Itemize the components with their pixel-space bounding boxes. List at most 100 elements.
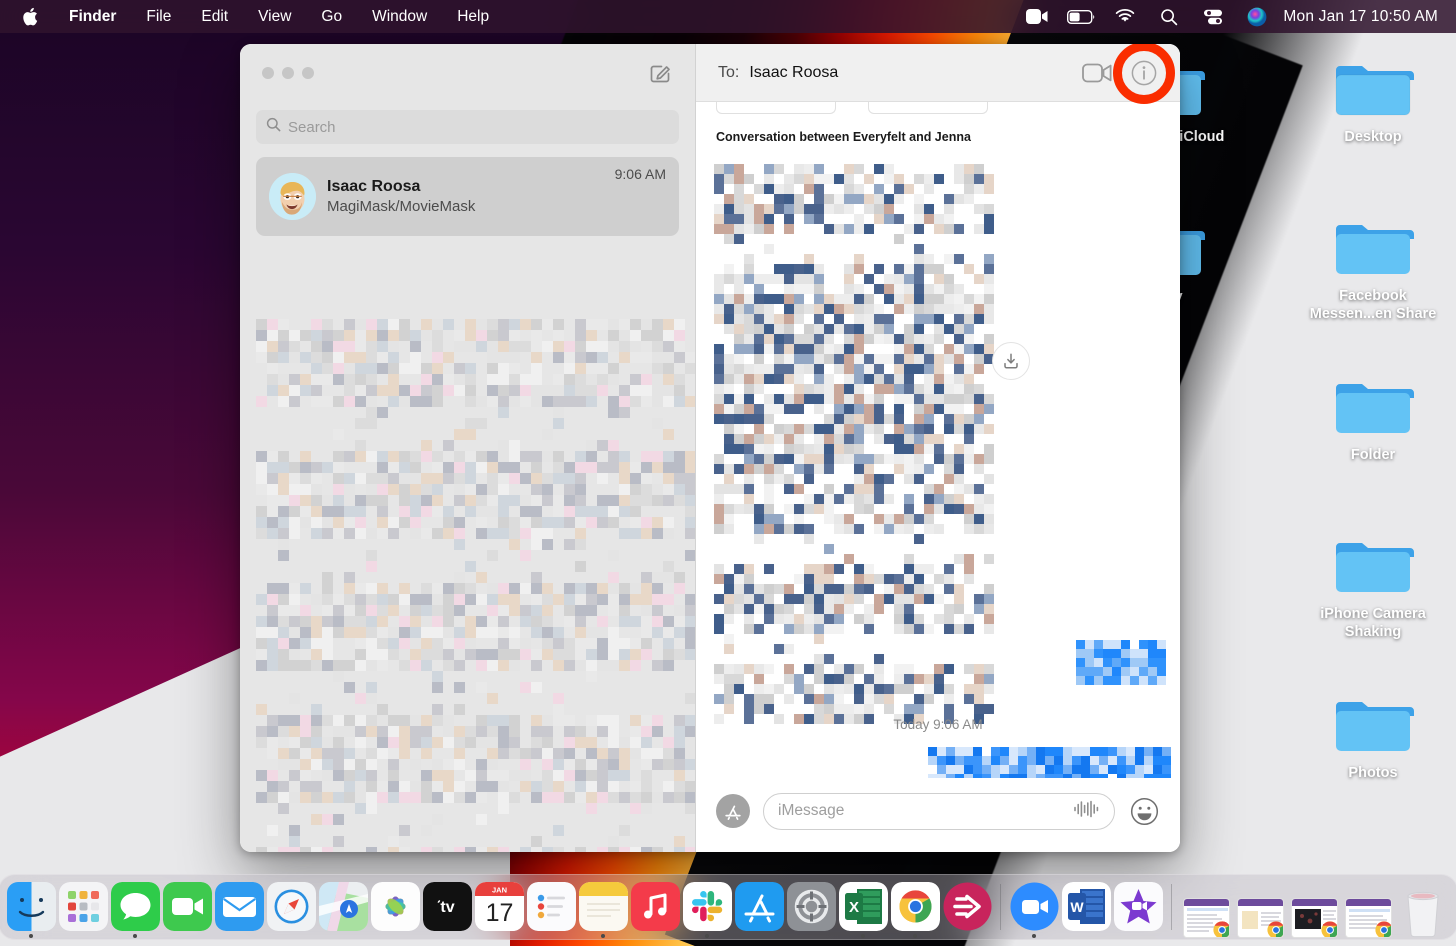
- dock-item-word[interactable]: W: [1061, 876, 1111, 938]
- dock-item-photos[interactable]: [370, 876, 420, 938]
- dock-item-trash[interactable]: [1396, 876, 1450, 938]
- system-preferences-icon: [787, 882, 836, 931]
- menu-item-view[interactable]: View: [243, 0, 306, 33]
- minimized-window-thumbnail: [1237, 898, 1284, 938]
- video-camera-icon[interactable]: [1015, 0, 1059, 33]
- dock-item-finder[interactable]: [6, 876, 56, 938]
- running-indicator: [809, 934, 813, 938]
- dock-item-mail[interactable]: [214, 876, 264, 938]
- menu-item-go[interactable]: Go: [306, 0, 357, 33]
- minimize-button[interactable]: [282, 67, 294, 79]
- chrome-icon: [1213, 921, 1230, 938]
- chrome-icon: [1321, 921, 1338, 938]
- maps-icon: [319, 882, 368, 931]
- dock-separator: [1000, 884, 1001, 930]
- search-input[interactable]: Search: [288, 119, 336, 136]
- running-indicator: [497, 934, 501, 938]
- apple-logo-icon[interactable]: [0, 7, 54, 26]
- desktop-icon-iphone-camera-shaking[interactable]: iPhone Camera Shaking: [1298, 537, 1448, 641]
- search-icon: [266, 117, 281, 137]
- app-store-icon: [735, 882, 784, 931]
- battery-icon[interactable]: [1059, 0, 1103, 33]
- menu-item-edit[interactable]: Edit: [186, 0, 243, 33]
- mail-icon: [215, 882, 264, 931]
- dock-item-music[interactable]: [630, 876, 680, 938]
- messages-sidebar: Search Isaac Roosa: [240, 44, 696, 852]
- dock-minimized-chrome-2[interactable]: [1234, 876, 1286, 938]
- desktop-icon-folder[interactable]: Folder: [1298, 378, 1448, 464]
- menu-item-help[interactable]: Help: [442, 0, 504, 33]
- message-input[interactable]: iMessage: [763, 793, 1115, 830]
- menu-item-finder[interactable]: Finder: [54, 0, 131, 33]
- svg-text:tv: tv: [440, 899, 454, 916]
- conversation-list-item[interactable]: Isaac Roosa MagiMask/MovieMask 9:06 AM: [256, 157, 679, 236]
- dock-item-imovie[interactable]: [1113, 876, 1163, 938]
- running-indicator: [757, 934, 761, 938]
- desktop-icon-facebook-share[interactable]: Facebook Messen...en Share: [1298, 219, 1448, 323]
- word-icon: W: [1062, 882, 1111, 931]
- dock-item-facetime[interactable]: [162, 876, 212, 938]
- dock-item-notes[interactable]: [578, 876, 628, 938]
- conversation-timestamp: 9:06 AM: [615, 166, 666, 182]
- close-button[interactable]: [262, 67, 274, 79]
- compose-message-icon[interactable]: [647, 60, 673, 86]
- dock-item-system-preferences[interactable]: [786, 876, 836, 938]
- menu-item-file[interactable]: File: [131, 0, 186, 33]
- memoji-avatar: [269, 173, 316, 220]
- message-compose-bar: iMessage: [696, 778, 1180, 852]
- folder-icon: [1332, 537, 1414, 599]
- dock-minimized-chrome-1[interactable]: [1180, 876, 1232, 938]
- sidebar-titlebar: [240, 44, 695, 102]
- dock-item-messages[interactable]: [110, 876, 160, 938]
- dock-item-maps[interactable]: [318, 876, 368, 938]
- menu-bar-clock[interactable]: Mon Jan 17 10:50 AM: [1279, 8, 1444, 26]
- conversation-details-button[interactable]: [1124, 53, 1164, 93]
- dock-item-slack[interactable]: [682, 876, 732, 938]
- dock-item-chrome[interactable]: [890, 876, 940, 938]
- desktop-icon-desktop[interactable]: Desktop: [1298, 60, 1448, 146]
- dock-item-app-store[interactable]: [734, 876, 784, 938]
- running-indicator: [133, 934, 137, 938]
- svg-text:17: 17: [485, 899, 513, 927]
- facetime-video-icon[interactable]: [1080, 56, 1114, 90]
- minimized-window-thumbnail: [1345, 898, 1392, 938]
- control-center-icon[interactable]: [1191, 0, 1235, 33]
- search-icon[interactable]: [1147, 0, 1191, 33]
- dock-item-mimestream[interactable]: [942, 876, 992, 938]
- emoji-smiley-icon[interactable]: [1128, 795, 1160, 827]
- dock-item-calendar[interactable]: JAN 17: [474, 876, 524, 938]
- menu-item-window[interactable]: Window: [357, 0, 442, 33]
- running-indicator: [601, 934, 605, 938]
- zoom-button[interactable]: [302, 67, 314, 79]
- download-icon[interactable]: [992, 342, 1030, 380]
- search-field[interactable]: Search: [256, 110, 679, 144]
- dock-minimized-chrome-3[interactable]: [1288, 876, 1340, 938]
- tab-stub: [716, 102, 836, 114]
- dock-item-safari[interactable]: [266, 876, 316, 938]
- blurred-message-content: [714, 164, 994, 724]
- dock-item-launchpad[interactable]: [58, 876, 108, 938]
- recipient-name[interactable]: Isaac Roosa: [749, 64, 838, 82]
- dock-item-apple-tv[interactable]: tv: [422, 876, 472, 938]
- running-indicator: [289, 934, 293, 938]
- siri-icon[interactable]: [1235, 0, 1279, 33]
- calendar-icon: JAN 17: [475, 882, 524, 931]
- desktop-icon-photos[interactable]: Photos: [1298, 696, 1448, 782]
- audio-waveform-icon[interactable]: [1072, 799, 1100, 824]
- outgoing-bubble-blurred-2: [928, 747, 1180, 778]
- message-thread[interactable]: Conversation between Everyfelt and Jenna…: [696, 102, 1180, 778]
- dock-item-excel[interactable]: X: [838, 876, 888, 938]
- to-label: To:: [718, 64, 739, 82]
- dock-item-zoom[interactable]: [1009, 876, 1059, 938]
- app-store-icon[interactable]: [716, 794, 750, 828]
- finder-icon: [7, 882, 56, 931]
- wifi-icon[interactable]: [1103, 0, 1147, 33]
- reminders-icon: [527, 882, 576, 931]
- conversation-pane: To: Isaac Roosa Conversation between Eve…: [696, 44, 1180, 852]
- desktop-icon-label: Facebook Messen...en Share: [1298, 287, 1448, 323]
- menu-bar: Finder File Edit View Go Window Help Mon…: [0, 0, 1456, 33]
- dock-minimized-chrome-4[interactable]: [1342, 876, 1394, 938]
- launchpad-icon: [59, 882, 108, 931]
- dock-item-reminders[interactable]: [526, 876, 576, 938]
- desktop-icon-label: iPhone Camera Shaking: [1298, 605, 1448, 641]
